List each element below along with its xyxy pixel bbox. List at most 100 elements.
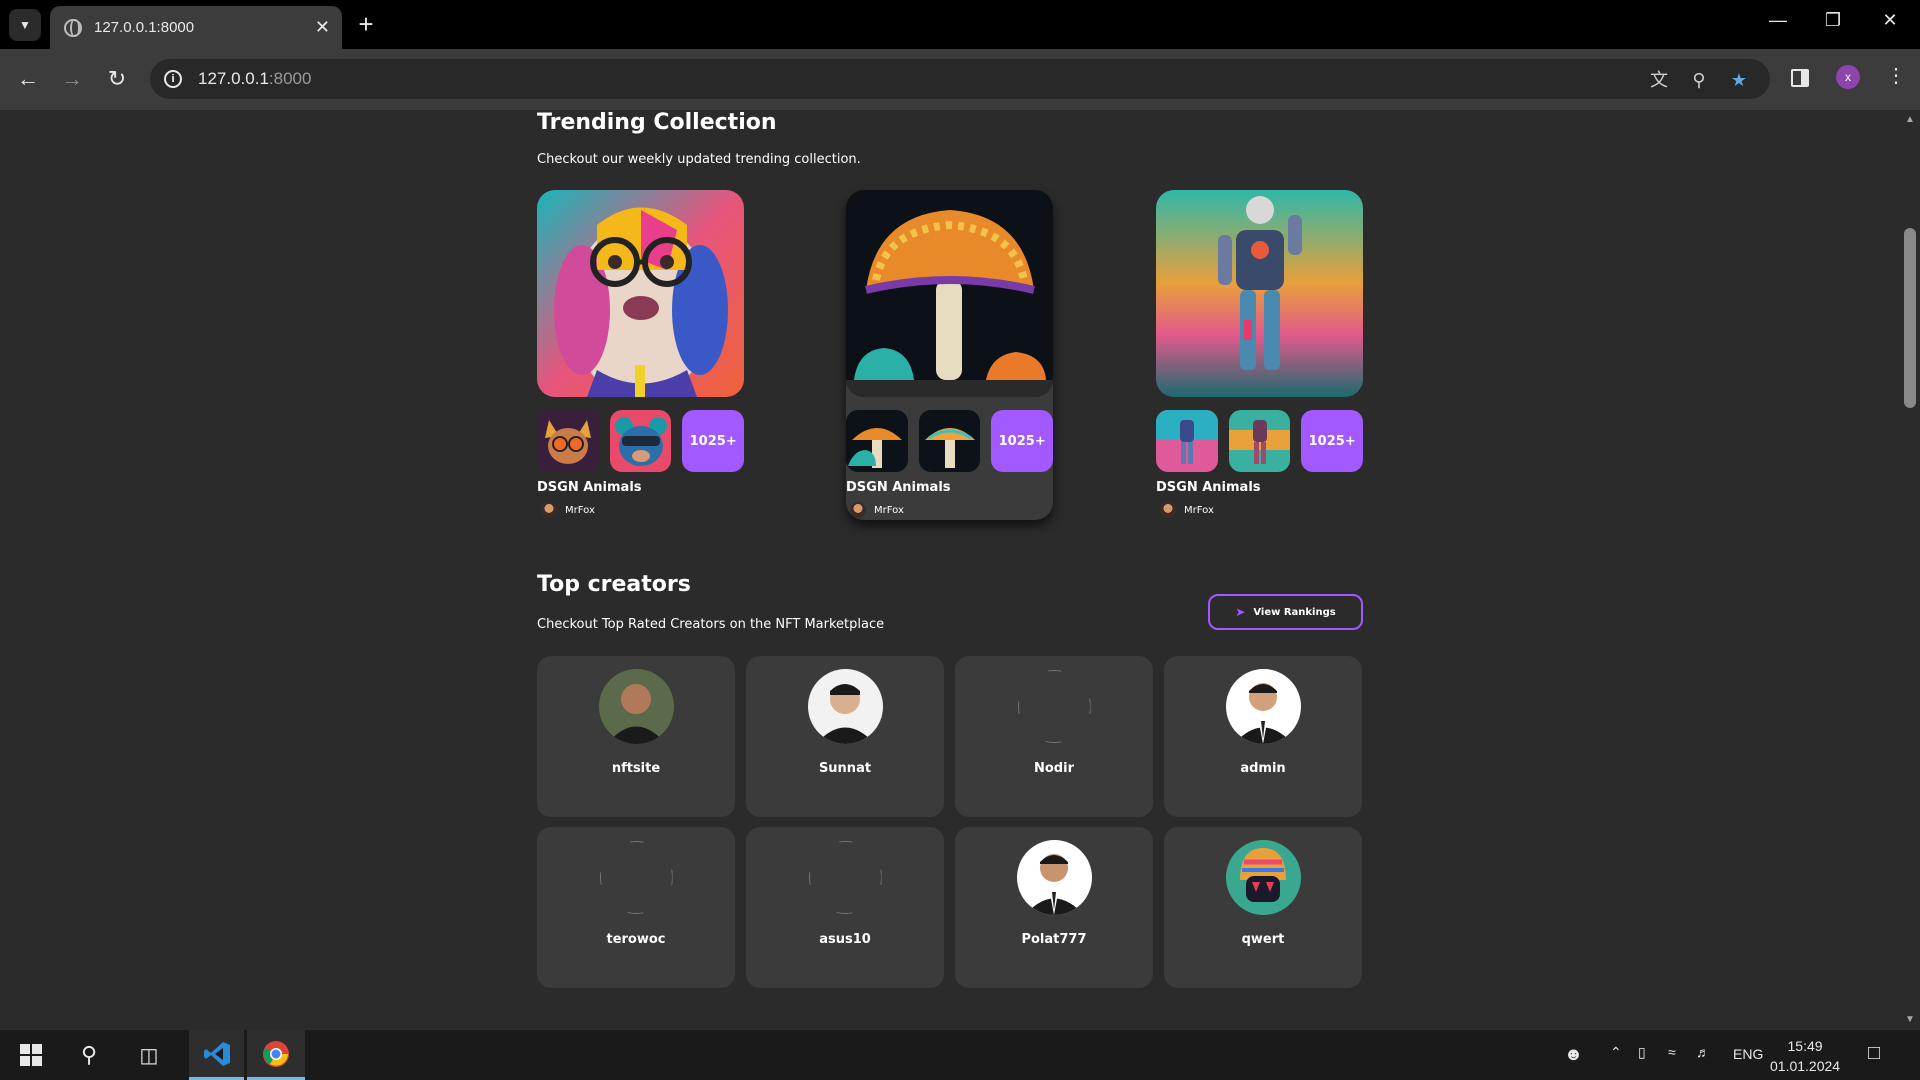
collection-count-badge[interactable]: 1025+ [991,410,1054,472]
notification-icon[interactable]: □ [1868,1042,1880,1065]
creator-name: Nodir [1034,761,1074,776]
taskbar-clock[interactable]: 15:49 01.01.2024 [1770,1036,1840,1076]
tab-search-button[interactable]: ▼ [9,9,41,41]
search-icon: ⚲ [80,1042,98,1067]
address-bar[interactable]: i 127.0.0.1:8000 文 ⚲ ★ [150,59,1770,99]
creator-avatar[interactable] [807,669,883,744]
start-button[interactable] [8,1030,54,1080]
browser-tab[interactable]: 127.0.0.1:8000 ✕ [50,6,342,49]
language-indicator[interactable]: ENG [1733,1046,1763,1062]
bookmark-star-icon[interactable]: ★ [1728,69,1750,91]
profile-avatar[interactable]: x [1836,65,1860,89]
collection-count-badge[interactable]: 1025+ [1301,410,1364,472]
collection-card[interactable]: 1025+ DSGN Animals MrFox [1156,190,1364,520]
trending-title: Trending Collection [537,110,777,135]
collection-count-badge[interactable]: 1025+ [682,410,745,472]
translate-icon[interactable]: 文 [1648,69,1670,91]
restore-button[interactable]: ❐ [1813,10,1853,31]
collection-name[interactable]: DSGN Animals [537,480,744,495]
collection-card[interactable]: 1025+ DSGN Animals MrFox [537,190,745,520]
creator-name: Sunnat [818,761,872,776]
zoom-icon[interactable]: ⚲ [1688,69,1710,91]
collection-main-image[interactable] [846,190,1053,397]
collection-artist[interactable]: MrFox [537,502,744,518]
collection-main-image[interactable] [1156,190,1363,397]
collection-name[interactable]: DSGN Animals [1156,480,1363,495]
collection-thumb[interactable] [1228,410,1291,472]
creator-card[interactable]: admin [1164,656,1362,817]
url-host: 127.0.0.1 [198,69,269,88]
creator-avatar-placeholder[interactable] [808,840,883,915]
people-icon[interactable]: ☻ [1564,1044,1583,1065]
trending-subtitle: Checkout our weekly updated trending col… [537,152,861,167]
scroll-up-icon[interactable]: ▲ [1905,114,1915,125]
wifi-icon[interactable]: ≈ [1668,1044,1676,1060]
collection-name[interactable]: DSGN Animals [846,480,1053,495]
forward-button[interactable]: → [58,65,86,93]
menu-icon[interactable]: ⋮ [1886,63,1906,88]
chrome-taskbar-button[interactable] [247,1030,305,1080]
collection-artist[interactable]: MrFox [1156,502,1363,518]
vscode-taskbar-button[interactable] [189,1030,244,1080]
site-info-icon[interactable]: i [164,70,182,88]
task-view-icon: ◫ [139,1044,159,1067]
scroll-thumb[interactable] [1904,228,1916,408]
back-button[interactable]: ← [14,65,42,93]
windows-icon [20,1044,42,1066]
collection-artist[interactable]: MrFox [846,502,1053,518]
view-rankings-label: View Rankings [1253,606,1336,618]
browser-toolbar: ← → ↻ i 127.0.0.1:8000 文 ⚲ ★ x ⋮ [0,49,1920,110]
chevron-up-icon[interactable]: ⌃ [1610,1044,1622,1061]
collection-card[interactable]: 1025+ DSGN Animals MrFox [846,190,1054,520]
creator-avatar-placeholder[interactable] [599,840,674,915]
creator-card[interactable]: terowoc [537,827,735,988]
page-scrollbar[interactable]: ▲ ▼ [1900,110,1920,1030]
collection-thumb[interactable] [609,410,672,472]
collection-thumb[interactable] [537,410,599,472]
creator-card[interactable]: qwert [1164,827,1362,988]
artist-name: MrFox [565,504,595,516]
close-icon[interactable]: ✕ [315,17,330,38]
creator-card[interactable]: asus10 [746,827,944,988]
creator-card[interactable]: Sunnat [746,656,944,817]
collection-thumbnails: 1025+ [1156,410,1364,472]
volume-icon[interactable]: ♬ [1696,1044,1710,1060]
rocket-icon: ➤ [1235,605,1246,619]
artist-name: MrFox [874,504,904,516]
search-button[interactable]: ⚲ [66,1030,112,1080]
creator-avatar[interactable] [598,669,674,744]
creators-grid: nftsite Sunnat Nodir admin terowoc asus1… [537,656,1362,988]
collection-main-image[interactable] [537,190,744,397]
creator-card[interactable]: Nodir [955,656,1153,817]
side-panel-icon[interactable] [1791,69,1809,87]
new-tab-button[interactable]: + [352,10,380,38]
collection-thumb[interactable] [1156,410,1218,472]
creator-avatar-placeholder[interactable] [1017,669,1092,744]
creator-card[interactable]: Polat777 [955,827,1153,988]
artist-avatar [1160,502,1176,518]
task-view-button[interactable]: ◫ [126,1030,172,1080]
battery-icon[interactable]: ▯ [1638,1044,1646,1061]
view-rankings-button[interactable]: ➤ View Rankings [1208,594,1363,630]
reload-button[interactable]: ↻ [103,65,131,93]
clock-time: 15:49 [1787,1038,1823,1054]
vscode-icon [203,1041,230,1066]
creator-avatar[interactable] [1225,840,1301,915]
close-window-button[interactable]: ✕ [1870,10,1910,31]
globe-icon [64,18,82,37]
scroll-down-icon[interactable]: ▼ [1905,1014,1915,1025]
collection-thumbnails: 1025+ [846,410,1054,472]
minimize-button[interactable]: — [1758,10,1798,31]
creator-name: asus10 [819,932,871,947]
creator-card[interactable]: nftsite [537,656,735,817]
creator-name: admin [1240,761,1286,776]
creator-avatar[interactable] [1225,669,1301,744]
artist-avatar [850,502,866,518]
url-port: :8000 [268,69,312,88]
creator-name: qwert [1241,932,1285,947]
creator-avatar[interactable] [1016,840,1092,915]
creator-name: nftsite [611,761,661,776]
collection-thumb[interactable] [918,410,981,472]
collection-thumb[interactable] [846,410,908,472]
artist-name: MrFox [1184,504,1214,516]
